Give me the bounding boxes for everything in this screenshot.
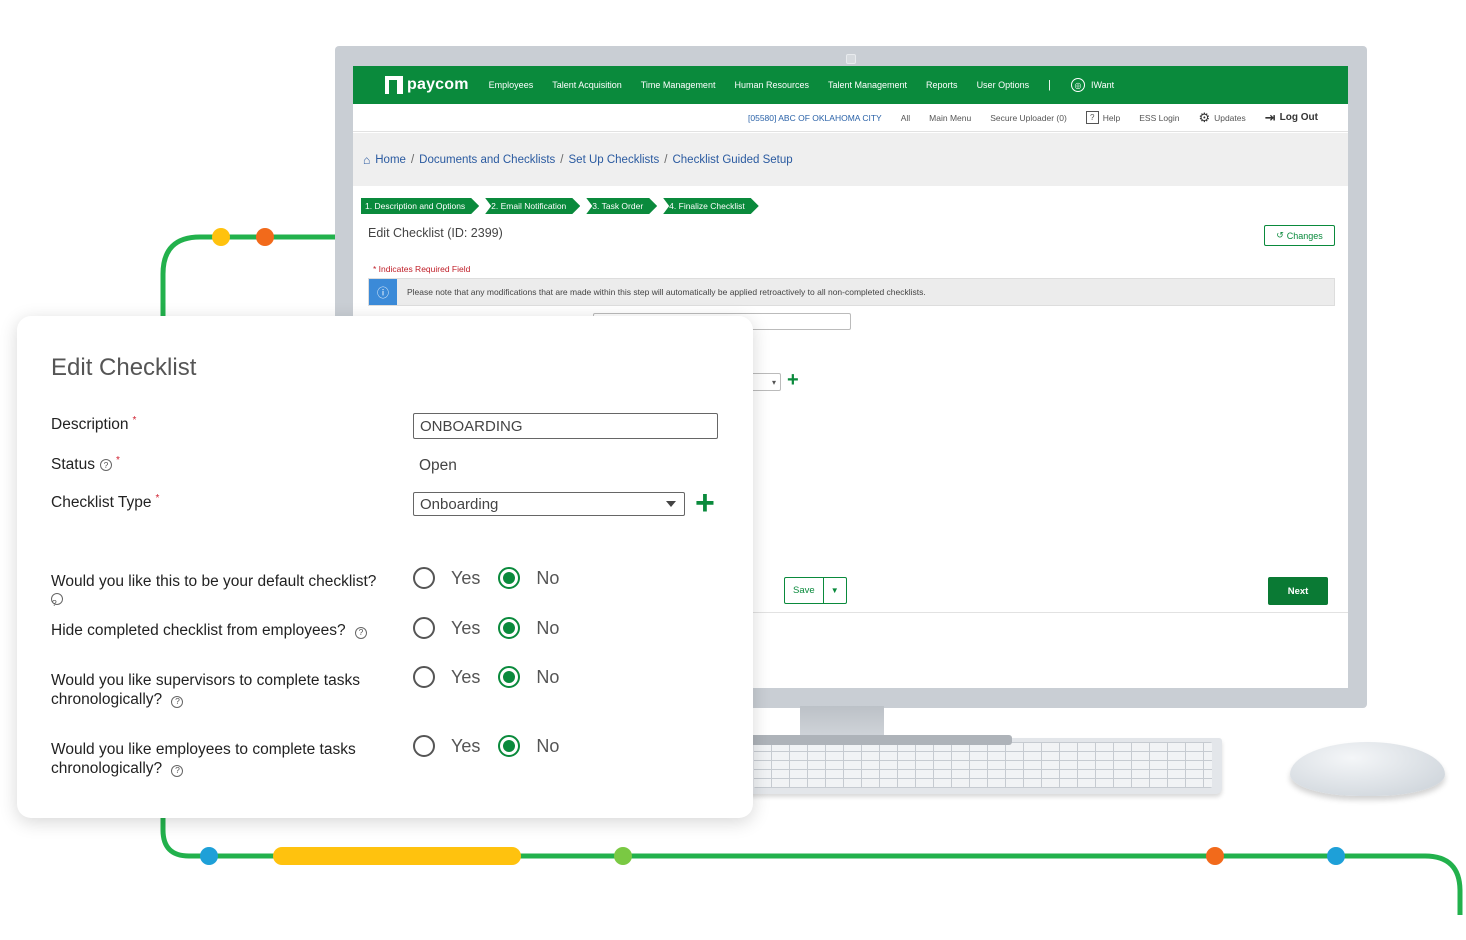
background-add-icon[interactable]: + <box>787 370 799 390</box>
iwant-button[interactable]: ◎ IWant <box>1070 78 1114 92</box>
supervisors-no-radio[interactable] <box>498 666 521 688</box>
add-checklist-type-icon[interactable]: + <box>695 486 715 520</box>
question-default-checklist: Would you like this to be your default c… <box>51 573 377 608</box>
default-checklist-radio-group: Yes No <box>413 567 577 589</box>
supervisors-radio-group: Yes No <box>413 666 577 688</box>
question-icon[interactable]: ? <box>99 459 112 471</box>
supervisors-yes-radio[interactable] <box>413 666 435 688</box>
hide-completed-radio-group: Yes No <box>413 617 577 639</box>
nav-human-resources[interactable]: Human Resources <box>734 80 809 90</box>
paycom-logo[interactable]: paycom <box>385 76 469 94</box>
info-banner: ⓘ Please note that any modifications tha… <box>368 278 1335 306</box>
all-link[interactable]: All <box>901 113 910 123</box>
description-label: Description * <box>51 414 137 434</box>
save-dropdown-icon[interactable]: ▼ <box>824 578 846 603</box>
chevron-down-icon <box>666 501 676 507</box>
status-value: Open <box>419 457 457 474</box>
question-icon[interactable]: ? <box>51 593 63 608</box>
hide-yes-radio[interactable] <box>413 617 435 639</box>
required-star: * <box>115 454 120 466</box>
step-finalize-checklist[interactable]: 4. Finalize Checklist <box>663 198 759 214</box>
nav-reports[interactable]: Reports <box>926 80 958 90</box>
help-link[interactable]: ? Help <box>1085 111 1120 124</box>
top-nav: paycom Employees Talent Acquisition Time… <box>353 66 1348 104</box>
step-email-notification[interactable]: 2. Email Notification <box>485 198 580 214</box>
save-split-button: Save ▼ <box>784 577 847 604</box>
question-supervisors-chronological: Would you like supervisors to complete t… <box>51 672 360 708</box>
step-task-order[interactable]: 3. Task Order <box>586 198 657 214</box>
iwant-icon: ◎ <box>1070 78 1085 92</box>
nav-talent-management[interactable]: Talent Management <box>828 80 907 90</box>
page-title: Edit Checklist (ID: 2399) <box>368 226 503 240</box>
default-yes-radio[interactable] <box>413 567 435 589</box>
nav-employees[interactable]: Employees <box>489 80 534 90</box>
info-icon: ⓘ <box>369 279 397 305</box>
changes-button[interactable]: ↺ Changes <box>1264 225 1335 246</box>
main-menu-link[interactable]: Main Menu <box>929 113 971 123</box>
webcam-icon <box>846 54 856 64</box>
monitor-base <box>750 735 1012 745</box>
help-icon: ? <box>1085 111 1099 124</box>
question-icon[interactable]: ? <box>354 626 367 639</box>
paycom-logo-icon <box>385 76 403 94</box>
breadcrumb-home[interactable]: ⌂ Home <box>363 153 406 167</box>
logout-icon: ⇥ <box>1264 109 1276 125</box>
logout-button[interactable]: ⇥ Log Out <box>1265 110 1318 126</box>
nav-time-management[interactable]: Time Management <box>641 80 716 90</box>
breadcrumb-documents[interactable]: Documents and Checklists <box>419 154 555 166</box>
required-star: * <box>155 492 160 504</box>
question-icon[interactable]: ? <box>171 764 184 777</box>
nav-separator: | <box>1048 79 1051 91</box>
updates-link[interactable]: ⚙ Updates <box>1198 110 1245 126</box>
company-selector[interactable]: [05580] ABC OF OKLAHOMA CITY <box>748 113 882 123</box>
utility-bar: [05580] ABC OF OKLAHOMA CITY All Main Me… <box>353 104 1348 132</box>
employees-no-radio[interactable] <box>498 735 521 757</box>
breadcrumb-setup-checklists[interactable]: Set Up Checklists <box>569 154 660 166</box>
save-button[interactable]: Save <box>785 578 824 603</box>
required-star: * <box>132 414 137 426</box>
employees-radio-group: Yes No <box>413 735 577 757</box>
edit-checklist-card: Edit Checklist Description * ONBOARDING S… <box>17 316 753 818</box>
home-icon: ⌂ <box>363 152 371 167</box>
default-no-radio[interactable] <box>498 567 521 589</box>
nav-talent-acquisition[interactable]: Talent Acquisition <box>552 80 622 90</box>
question-icon[interactable]: ? <box>171 695 184 708</box>
question-employees-chronological: Would you like employees to complete tas… <box>51 741 356 777</box>
chevron-down-icon: ▾ <box>771 377 776 387</box>
checklist-type-label: Checklist Type * <box>51 492 160 512</box>
description-input[interactable]: ONBOARDING <box>413 413 718 439</box>
hide-no-radio[interactable] <box>498 617 521 639</box>
secure-uploader-link[interactable]: Secure Uploader (0) <box>990 113 1067 123</box>
gear-icon: ⚙ <box>1198 109 1211 125</box>
nav-user-options[interactable]: User Options <box>977 80 1030 90</box>
next-button[interactable]: Next <box>1268 577 1328 605</box>
keyboard-image <box>740 738 1222 794</box>
wizard-steps: 1. Description and Options 2. Email Noti… <box>361 198 765 214</box>
ess-login-link[interactable]: ESS Login <box>1139 113 1179 123</box>
breadcrumb: ⌂ Home / Documents and Checklists / Set … <box>353 133 1348 186</box>
breadcrumb-guided-setup: Checklist Guided Setup <box>672 153 793 166</box>
checklist-type-select[interactable]: Onboarding <box>413 492 685 516</box>
question-hide-completed: Hide completed checklist from employees?… <box>51 621 391 640</box>
employees-yes-radio[interactable] <box>413 735 435 757</box>
status-label: Status ? * <box>51 454 120 474</box>
card-title: Edit Checklist <box>51 354 197 381</box>
required-field-note: * Indicates Required Field <box>373 264 471 274</box>
step-description-options[interactable]: 1. Description and Options <box>361 198 479 214</box>
info-message: Please note that any modifications that … <box>407 287 926 297</box>
history-icon: ↺ <box>1276 230 1284 240</box>
